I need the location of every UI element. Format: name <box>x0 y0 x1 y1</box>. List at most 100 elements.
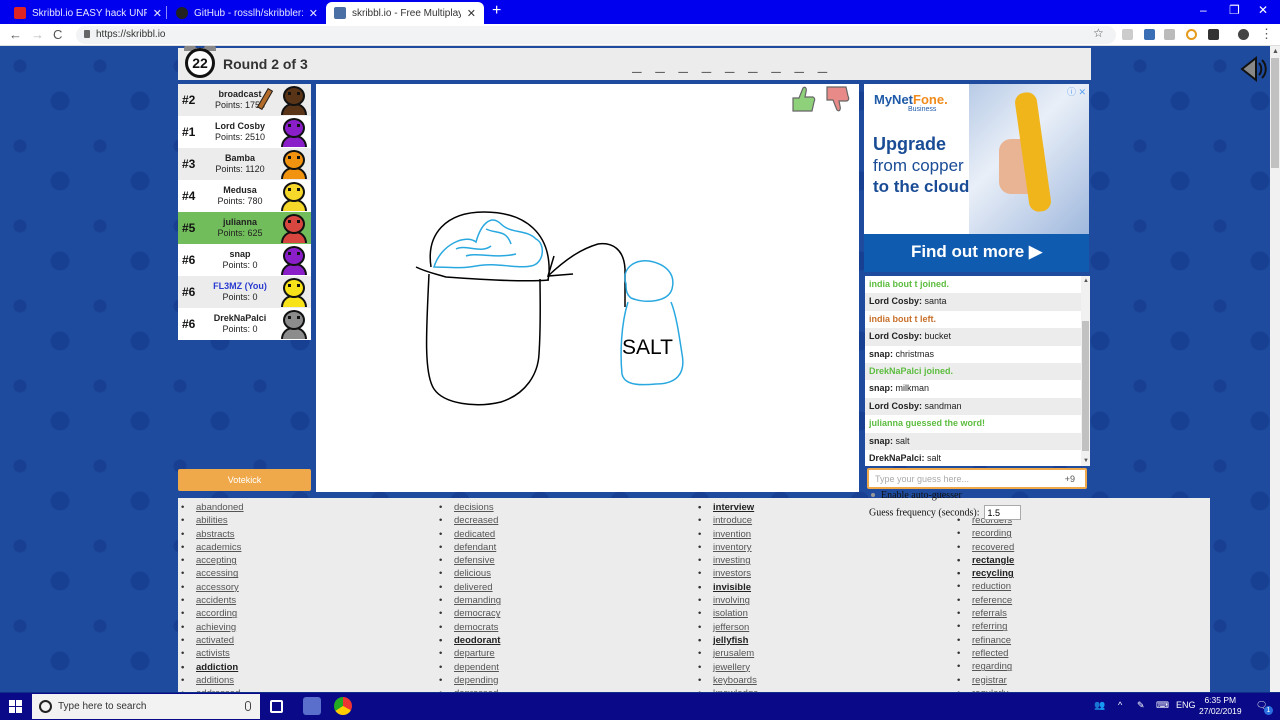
candidate-word-link[interactable]: depressed <box>439 688 501 692</box>
candidate-word-link[interactable]: jewellery <box>698 662 758 675</box>
back-button[interactable]: ← <box>9 27 22 42</box>
candidate-word-link[interactable]: introduce <box>698 515 758 528</box>
candidate-word-link[interactable]: additions <box>181 675 244 688</box>
language-indicator[interactable]: ENG <box>1176 700 1196 710</box>
candidate-word-link[interactable]: jellyfish <box>698 635 758 648</box>
candidate-word-link[interactable]: academics <box>181 542 244 555</box>
candidate-word-link[interactable]: recording <box>957 528 1014 541</box>
taskbar-search-box[interactable]: Type here to search <box>32 694 260 719</box>
candidate-word-link[interactable]: investors <box>698 568 758 581</box>
chrome-app-icon[interactable] <box>334 697 352 715</box>
candidate-word-link[interactable]: addiction <box>181 662 244 675</box>
candidate-word-link[interactable]: registrar <box>957 675 1014 688</box>
tab-github[interactable]: GitHub - rosslh/skribbler: a skribbl ✕ <box>168 2 326 24</box>
minimize-button[interactable]: – <box>1200 3 1207 17</box>
candidate-word-link[interactable]: demanding <box>439 595 501 608</box>
player-row[interactable]: #4 Medusa Points: 780 <box>178 180 311 212</box>
candidate-word-link[interactable]: reduction <box>957 581 1014 594</box>
candidate-word-link[interactable]: depending <box>439 675 501 688</box>
tab-skribbl[interactable]: skribbl.io - Free Multiplayer Drawing ✕ <box>326 2 484 24</box>
candidate-word-link[interactable]: activated <box>181 635 244 648</box>
close-tab-icon[interactable]: ✕ <box>467 7 476 20</box>
windows-start-icon[interactable] <box>9 700 22 713</box>
candidate-word-link[interactable]: dedicated <box>439 529 501 542</box>
candidate-word-link[interactable]: accidents <box>181 595 244 608</box>
candidate-word-link[interactable]: activists <box>181 648 244 661</box>
candidate-word-link[interactable]: reflected <box>957 648 1014 661</box>
extension-badge-icon[interactable] <box>1208 29 1219 40</box>
show-hidden-icons[interactable]: ^ <box>1118 700 1122 710</box>
auto-guesser-toggle[interactable]: Enable auto-guesser <box>866 490 962 501</box>
candidate-word-link[interactable]: democrats <box>439 622 501 635</box>
player-row[interactable]: #6 snap Points: 0 <box>178 244 311 276</box>
page-scrollbar[interactable]: ▲ <box>1270 46 1280 692</box>
candidate-word-link[interactable]: rectangle <box>957 555 1014 568</box>
candidate-word-link[interactable]: according <box>181 608 244 621</box>
scrollbar-thumb[interactable] <box>1271 58 1279 168</box>
close-window-button[interactable]: ✕ <box>1258 3 1268 17</box>
profile-avatar[interactable] <box>1238 29 1249 40</box>
candidate-word-link[interactable]: invention <box>698 529 758 542</box>
candidate-word-link[interactable]: regularly <box>957 688 1014 692</box>
scroll-up-icon[interactable]: ▲ <box>1083 278 1089 284</box>
candidate-word-link[interactable]: delicious <box>439 568 501 581</box>
candidate-word-link[interactable]: defensive <box>439 555 501 568</box>
candidate-word-link[interactable]: dependent <box>439 662 501 675</box>
microphone-icon[interactable] <box>245 701 251 711</box>
thumbs-up-icon[interactable] <box>790 84 816 114</box>
candidate-word-link[interactable]: deodorant <box>439 635 501 648</box>
candidate-word-link[interactable]: reference <box>957 595 1014 608</box>
extension-icon[interactable] <box>1186 29 1197 40</box>
url-field[interactable]: https://skribbl.io <box>76 26 1116 44</box>
candidate-word-link[interactable]: decreased <box>439 515 501 528</box>
candidate-word-link[interactable]: accepting <box>181 555 244 568</box>
candidate-word-link[interactable]: involving <box>698 595 758 608</box>
candidate-word-link[interactable]: investing <box>698 555 758 568</box>
candidate-word-link[interactable]: knowledge <box>698 688 758 692</box>
candidate-word-link[interactable]: referring <box>957 621 1014 634</box>
candidate-word-link[interactable]: departure <box>439 648 501 661</box>
candidate-word-link[interactable]: accessory <box>181 582 244 595</box>
candidate-word-link[interactable]: achieving <box>181 622 244 635</box>
candidate-word-link[interactable]: abilities <box>181 515 244 528</box>
candidate-word-link[interactable]: invisible <box>698 582 758 595</box>
bookmark-star-icon[interactable]: ☆ <box>1093 26 1104 40</box>
pen-icon[interactable]: ✎ <box>1137 700 1145 711</box>
enable-checkbox[interactable] <box>871 493 875 497</box>
close-tab-icon[interactable]: ✕ <box>153 7 162 20</box>
people-icon[interactable]: 👥 <box>1094 700 1105 711</box>
candidate-word-link[interactable]: isolation <box>698 608 758 621</box>
candidate-word-link[interactable]: addressed <box>181 688 244 692</box>
candidate-word-link[interactable]: refinance <box>957 635 1014 648</box>
scroll-up-icon[interactable]: ▲ <box>1272 48 1279 55</box>
frequency-input[interactable] <box>983 505 1021 520</box>
candidate-word-link[interactable]: jerusalem <box>698 648 758 661</box>
reload-button[interactable]: C <box>53 27 62 42</box>
scrollbar-thumb[interactable] <box>1082 321 1089 451</box>
extension-off-icon[interactable] <box>1144 29 1155 40</box>
chat-scrollbar[interactable]: ▲ ▼ <box>1081 276 1090 466</box>
candidate-word-link[interactable]: accessing <box>181 568 244 581</box>
candidate-word-link[interactable]: recycling <box>957 568 1014 581</box>
ad-info-close-icon[interactable]: ⓘ ✕ <box>1067 85 1086 98</box>
player-row[interactable]: #3 Bamba Points: 1120 <box>178 148 311 180</box>
guess-input[interactable] <box>875 472 1055 486</box>
sound-toggle-icon[interactable] <box>1238 54 1268 84</box>
extension-icon[interactable] <box>1122 29 1133 40</box>
votekick-button[interactable]: Votekick <box>178 469 311 491</box>
candidate-word-link[interactable]: decisions <box>439 502 501 515</box>
thumbs-down-icon[interactable] <box>824 84 850 114</box>
new-tab-button[interactable]: + <box>492 2 501 20</box>
candidate-word-link[interactable]: delivered <box>439 582 501 595</box>
candidate-word-link[interactable]: referrals <box>957 608 1014 621</box>
candidate-word-link[interactable]: abandoned <box>181 502 244 515</box>
candidate-word-link[interactable]: abstracts <box>181 529 244 542</box>
keyboard-icon[interactable]: ⌨ <box>1156 700 1169 711</box>
candidate-word-link[interactable]: keyboards <box>698 675 758 688</box>
candidate-word-link[interactable]: inventory <box>698 542 758 555</box>
close-tab-icon[interactable]: ✕ <box>309 7 318 20</box>
candidate-word-link[interactable]: recovered <box>957 542 1014 555</box>
player-row[interactable]: #2 broadcast Points: 1755 <box>178 84 311 116</box>
player-row[interactable]: #6 FL3MZ (You) Points: 0 <box>178 276 311 308</box>
player-row[interactable]: #6 DrekNaPalci Points: 0 <box>178 308 311 340</box>
